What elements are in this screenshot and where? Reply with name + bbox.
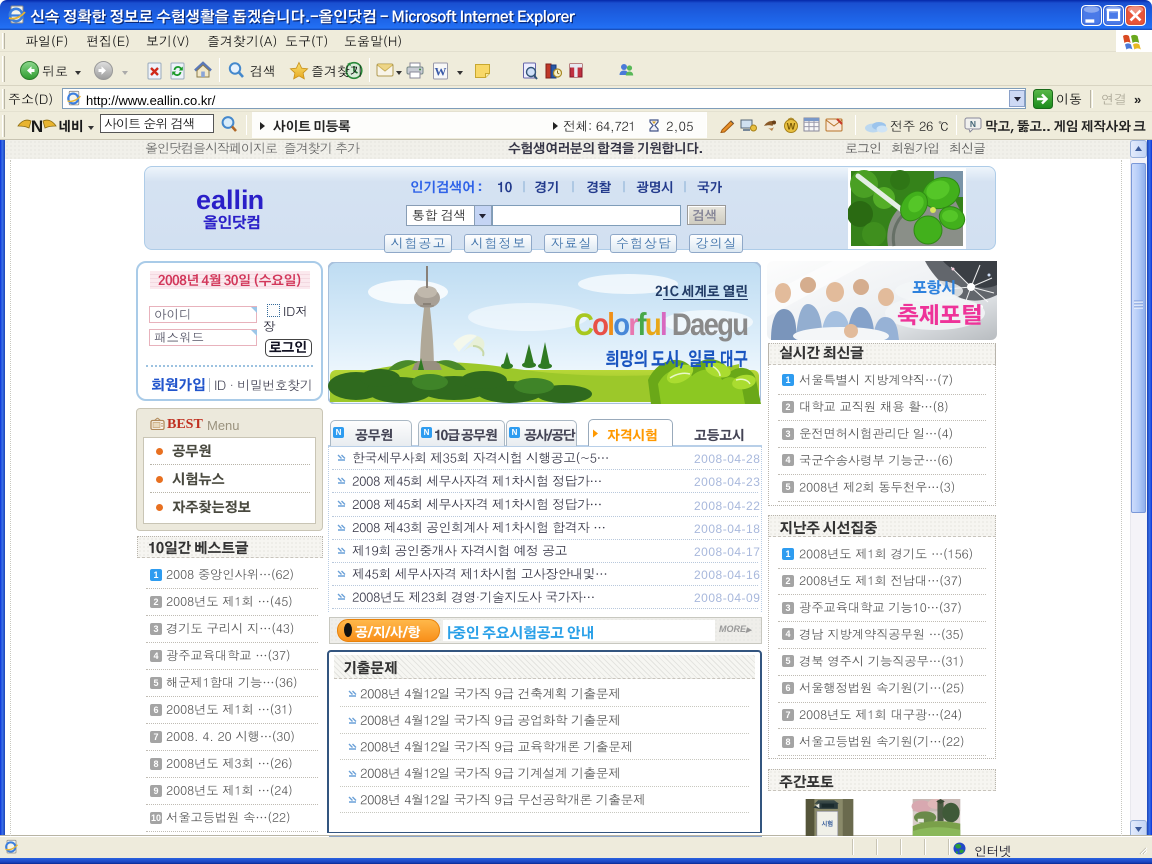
svg-text:N: N — [970, 119, 976, 129]
svg-text:시험: 시험 — [822, 820, 834, 828]
svg-text:N: N — [31, 117, 43, 136]
svg-text:W: W — [787, 122, 796, 132]
svg-text:W: W — [435, 65, 447, 79]
